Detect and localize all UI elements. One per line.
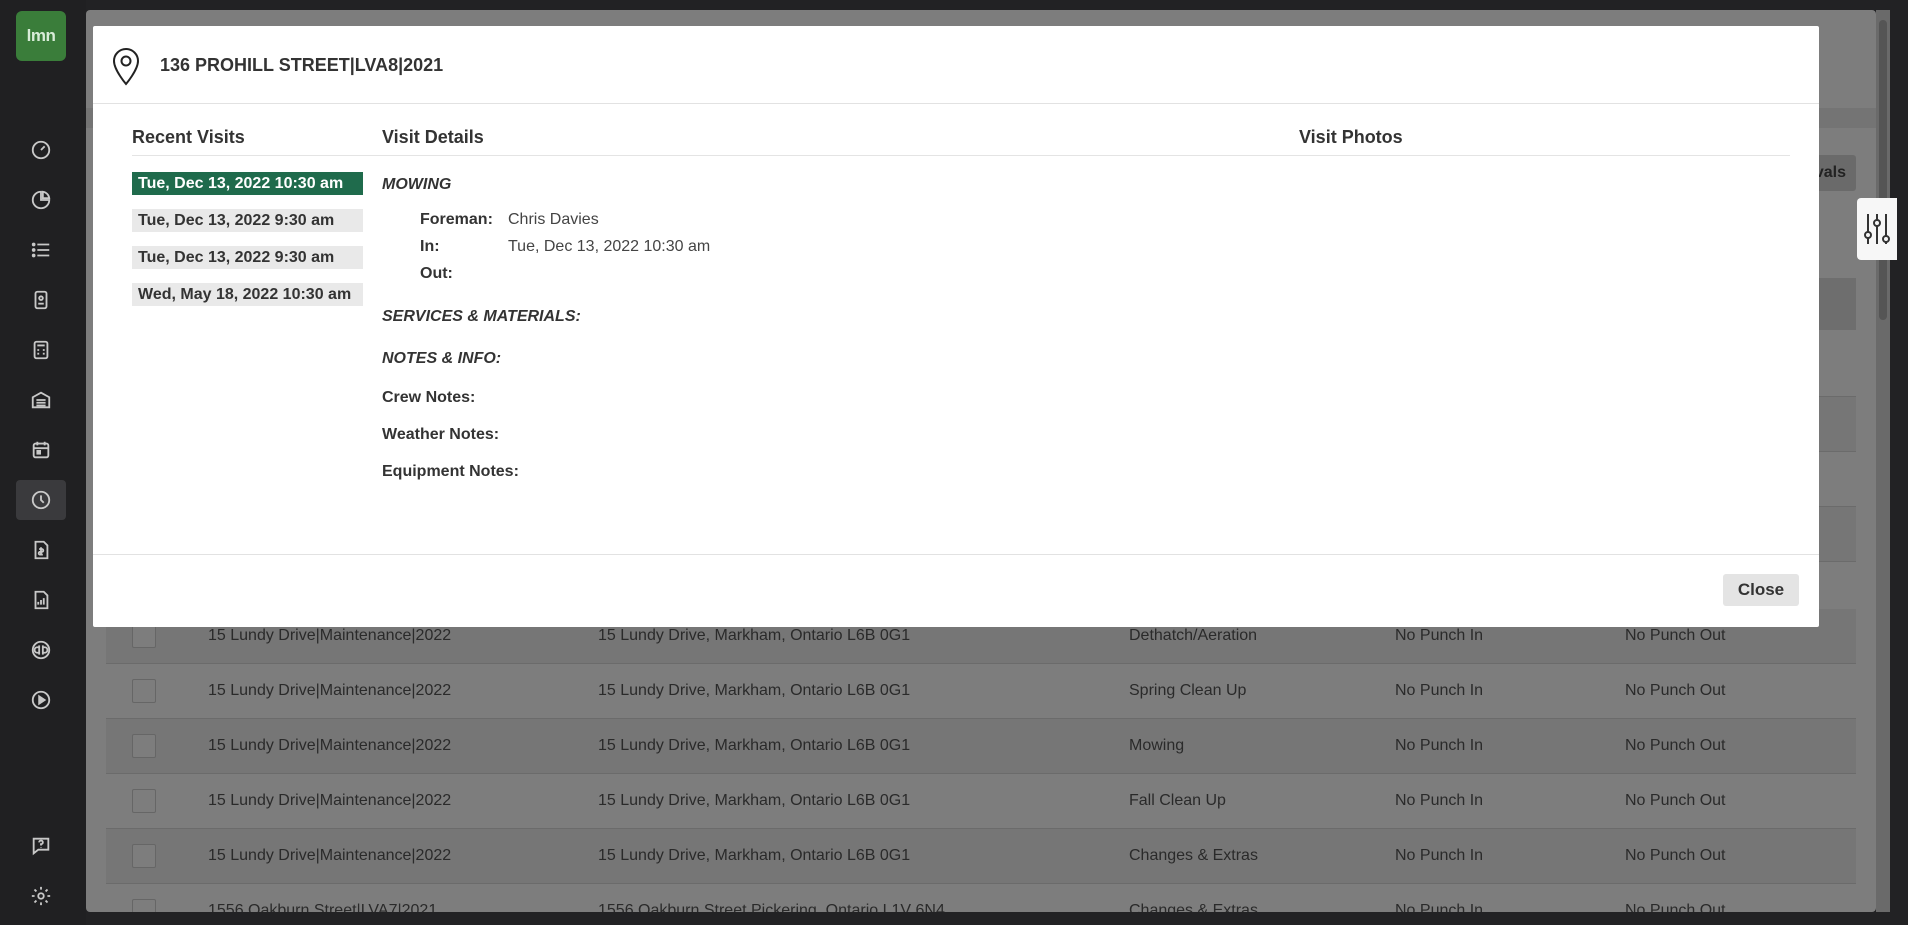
help-icon[interactable] — [16, 826, 66, 866]
services-materials-label: SERVICES & MATERIALS: — [382, 308, 581, 325]
address-cell: 15 Lundy Drive, Markham, Ontario L6B 0G1 — [598, 792, 911, 809]
punch-in-cell: No Punch In — [1395, 902, 1484, 912]
row-checkbox[interactable] — [132, 734, 156, 758]
quickbooks-icon[interactable] — [16, 630, 66, 670]
visit-item[interactable]: Wed, May 18, 2022 10:30 am — [132, 283, 363, 306]
clock-icon[interactable] — [16, 480, 66, 520]
job-cell: 15 Lundy Drive|Maintenance|2022 — [208, 682, 452, 699]
job-cell: 15 Lundy Drive|Maintenance|2022 — [208, 792, 452, 809]
visit-details-modal: 136 PROHILL STREET|LVA8|2021 Recent Visi… — [93, 26, 1819, 627]
row-checkbox[interactable] — [132, 844, 156, 868]
close-button[interactable]: Close — [1723, 574, 1799, 606]
table-row[interactable]: 1556 Oakburn Street|LVA7|2021 1556 Oakbu… — [106, 884, 1856, 912]
sliders-icon — [1864, 214, 1890, 244]
service-cell: Dethatch/Aeration — [1129, 627, 1258, 644]
crew-notes-label: Crew Notes: — [382, 389, 476, 406]
service-cell: Changes & Extras — [1129, 847, 1258, 864]
service-cell: Mowing — [1129, 737, 1185, 754]
visit-details-heading: Visit Details — [382, 127, 484, 147]
table-row[interactable]: 15 Lundy Drive|Maintenance|2022 15 Lundy… — [106, 719, 1856, 774]
punch-out-cell: No Punch Out — [1625, 627, 1726, 644]
foreman-label: Foreman: — [420, 211, 493, 228]
visit-item-selected[interactable]: Tue, Dec 13, 2022 10:30 am — [132, 172, 363, 195]
calculator-icon[interactable] — [16, 330, 66, 370]
modal-header: 136 PROHILL STREET|LVA8|2021 — [93, 26, 1819, 104]
in-label: In: — [420, 238, 440, 255]
map-pin-icon — [112, 48, 140, 86]
punch-out-cell: No Punch Out — [1625, 737, 1726, 754]
punch-in-cell: No Punch In — [1395, 737, 1484, 754]
scrollbar-thumb[interactable] — [1879, 20, 1887, 320]
recent-visits-heading: Recent Visits — [132, 127, 245, 147]
dashboard-icon[interactable] — [16, 130, 66, 170]
address-cell: 15 Lundy Drive, Markham, Ontario L6B 0G1 — [598, 847, 911, 864]
visit-item[interactable]: Tue, Dec 13, 2022 9:30 am — [132, 209, 363, 232]
lmn-logo[interactable]: lmn — [16, 11, 66, 61]
in-value: Tue, Dec 13, 2022 10:30 am — [508, 238, 711, 255]
punch-in-cell: No Punch In — [1395, 792, 1484, 809]
job-cell: 15 Lundy Drive|Maintenance|2022 — [208, 847, 452, 864]
table-row[interactable]: 15 Lundy Drive|Maintenance|2022 15 Lundy… — [106, 829, 1856, 884]
service-name: MOWING — [382, 176, 452, 193]
weather-notes-label: Weather Notes: — [382, 426, 500, 443]
row-checkbox[interactable] — [132, 679, 156, 703]
out-label: Out: — [420, 265, 453, 282]
row-checkbox[interactable] — [132, 899, 156, 912]
punch-out-cell: No Punch Out — [1625, 682, 1726, 699]
gear-icon[interactable] — [16, 876, 66, 916]
visit-item[interactable]: Tue, Dec 13, 2022 9:30 am — [132, 246, 363, 269]
table-row[interactable]: 15 Lundy Drive|Maintenance|2022 15 Lundy… — [106, 774, 1856, 829]
job-cell: 15 Lundy Drive|Maintenance|2022 — [208, 627, 452, 644]
address-cell: 15 Lundy Drive, Markham, Ontario L6B 0G1 — [598, 737, 911, 754]
address-cell: 1556 Oakburn Street Pickering, Ontario L… — [598, 902, 945, 912]
punch-in-cell: No Punch In — [1395, 847, 1484, 864]
table-row[interactable]: 15 Lundy Drive|Maintenance|2022 15 Lundy… — [106, 664, 1856, 719]
punch-out-cell: No Punch Out — [1625, 792, 1726, 809]
foreman-value: Chris Davies — [508, 211, 599, 228]
calendar-icon[interactable] — [16, 430, 66, 470]
equipment-notes-label: Equipment Notes: — [382, 463, 519, 480]
pie-chart-icon[interactable] — [16, 180, 66, 220]
address-cell: 15 Lundy Drive, Markham, Ontario L6B 0G1 — [598, 627, 911, 644]
punch-in-cell: No Punch In — [1395, 627, 1484, 644]
row-checkbox[interactable] — [132, 789, 156, 813]
punch-out-cell: No Punch Out — [1625, 902, 1726, 912]
visit-photos-heading: Visit Photos — [1299, 127, 1403, 147]
left-nav: lmn — [0, 0, 86, 925]
punch-in-cell: No Punch In — [1395, 682, 1484, 699]
play-icon[interactable] — [16, 680, 66, 720]
report-icon[interactable] — [16, 580, 66, 620]
job-cell: 15 Lundy Drive|Maintenance|2022 — [208, 737, 452, 754]
notes-info-label: NOTES & INFO: — [382, 350, 502, 367]
modal-title: 136 PROHILL STREET|LVA8|2021 — [160, 55, 444, 75]
section-divider — [132, 155, 1790, 156]
row-checkbox[interactable] — [132, 624, 156, 648]
warehouse-icon[interactable] — [16, 380, 66, 420]
invoice-icon[interactable] — [16, 530, 66, 570]
punch-out-cell: No Punch Out — [1625, 847, 1726, 864]
job-cell: 1556 Oakburn Street|LVA7|2021 — [208, 902, 438, 912]
service-cell: Spring Clean Up — [1129, 682, 1247, 699]
modal-body: Recent Visits Visit Details Visit Photos… — [93, 104, 1819, 555]
clipboard-icon[interactable] — [16, 280, 66, 320]
list-icon[interactable] — [16, 230, 66, 270]
service-cell: Changes & Extras — [1129, 902, 1258, 912]
address-cell: 15 Lundy Drive, Markham, Ontario L6B 0G1 — [598, 682, 911, 699]
column-settings-tab[interactable] — [1857, 198, 1897, 260]
service-cell: Fall Clean Up — [1129, 792, 1226, 809]
